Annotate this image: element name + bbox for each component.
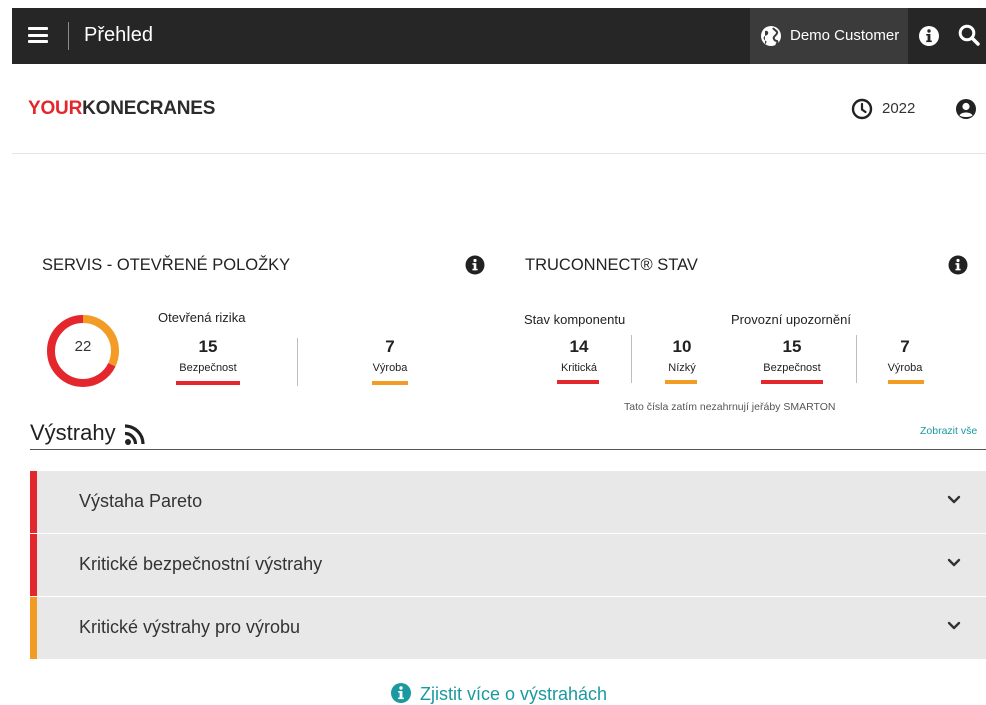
chevron-down-icon[interactable] [947, 558, 961, 568]
brand-logo-part2: KONECRANES [82, 98, 216, 119]
show-all-link[interactable]: Zobrazit vše [920, 425, 977, 437]
critical-label: Kritická [560, 362, 598, 374]
low-bar [665, 380, 697, 384]
top-bar: Přehled Demo Customer [12, 8, 986, 64]
low-count[interactable]: 10 [654, 337, 710, 357]
alert-accordion-pareto[interactable]: Výstaha Pareto [30, 471, 986, 533]
service-total-count: 22 [74, 338, 92, 355]
user-icon[interactable] [955, 98, 977, 120]
critical-bar [557, 380, 599, 384]
hamburger-icon[interactable] [28, 27, 48, 43]
open-risks-label: Otevřená rizika [158, 310, 246, 325]
chevron-down-icon[interactable] [947, 495, 961, 505]
operational-alerts-label: Provozní upozornění [731, 312, 851, 327]
info-icon[interactable] [465, 255, 485, 275]
service-safety-count[interactable]: 15 [178, 337, 238, 357]
search-icon[interactable] [958, 24, 980, 48]
alert-accordion-label: Výstaha Pareto [79, 491, 203, 511]
service-section-title: SERVIS - OTEVŘENÉ POLOŽKY [42, 256, 291, 274]
divider [297, 338, 298, 386]
brand-logo[interactable]: YOURKONECRANES [28, 98, 215, 120]
operational-safety-count[interactable]: 15 [762, 337, 822, 357]
truconnect-section-title: TRUCONNECT® STAV [525, 256, 698, 274]
operational-production-bar [888, 380, 924, 384]
alert-severity-stripe [30, 471, 37, 533]
service-safety-bar [176, 381, 240, 385]
globe-icon [761, 26, 781, 46]
info-icon [391, 683, 411, 703]
alerts-divider [30, 449, 986, 450]
operational-production-count[interactable]: 7 [877, 337, 933, 357]
alert-accordion-critical-safety[interactable]: Kritické bezpečnostní výstrahy [30, 534, 986, 596]
low-label: Nízký [668, 362, 696, 374]
operational-safety-label: Bezpečnost [763, 362, 821, 374]
page: Přehled Demo Customer YOURKONECRANES 202… [0, 0, 986, 705]
service-production-bar [372, 381, 408, 385]
alert-accordion-label: Kritické bezpečnostní výstrahy [79, 554, 323, 574]
brand-logo-part1: YOUR [28, 98, 83, 119]
clock-icon [851, 98, 873, 120]
info-icon[interactable] [948, 255, 968, 275]
divider [856, 335, 857, 383]
component-state-label: Stav komponentu [524, 312, 626, 327]
alert-severity-stripe [30, 534, 37, 596]
service-production-label: Výroba [372, 362, 408, 374]
header-divider [12, 153, 986, 154]
divider [631, 335, 632, 383]
page-title: Přehled [84, 24, 153, 46]
customer-selector-button[interactable]: Demo Customer [750, 8, 908, 64]
info-icon[interactable] [918, 25, 940, 47]
operational-production-label: Výroba [887, 362, 923, 374]
learn-more-text: Zjistit více o výstrahách [420, 684, 608, 704]
alert-accordion-critical-production[interactable]: Kritické výstrahy pro výrobu [30, 597, 986, 659]
operational-safety-bar [761, 380, 823, 384]
customer-name: Demo Customer [790, 27, 900, 44]
service-production-count[interactable]: 7 [362, 337, 418, 357]
service-safety-label: Bezpečnost [179, 362, 237, 374]
rss-icon[interactable] [124, 424, 148, 446]
alerts-title: Výstrahy [30, 420, 116, 445]
year-value: 2022 [882, 100, 916, 117]
chevron-down-icon[interactable] [947, 621, 961, 631]
alert-severity-stripe [30, 597, 37, 659]
critical-count[interactable]: 14 [551, 337, 607, 357]
smarton-note: Tato čísla zatím nezahrnují jeřáby SMART… [624, 401, 836, 412]
alert-accordion-label: Kritické výstrahy pro výrobu [79, 617, 301, 637]
topbar-divider [68, 22, 69, 50]
